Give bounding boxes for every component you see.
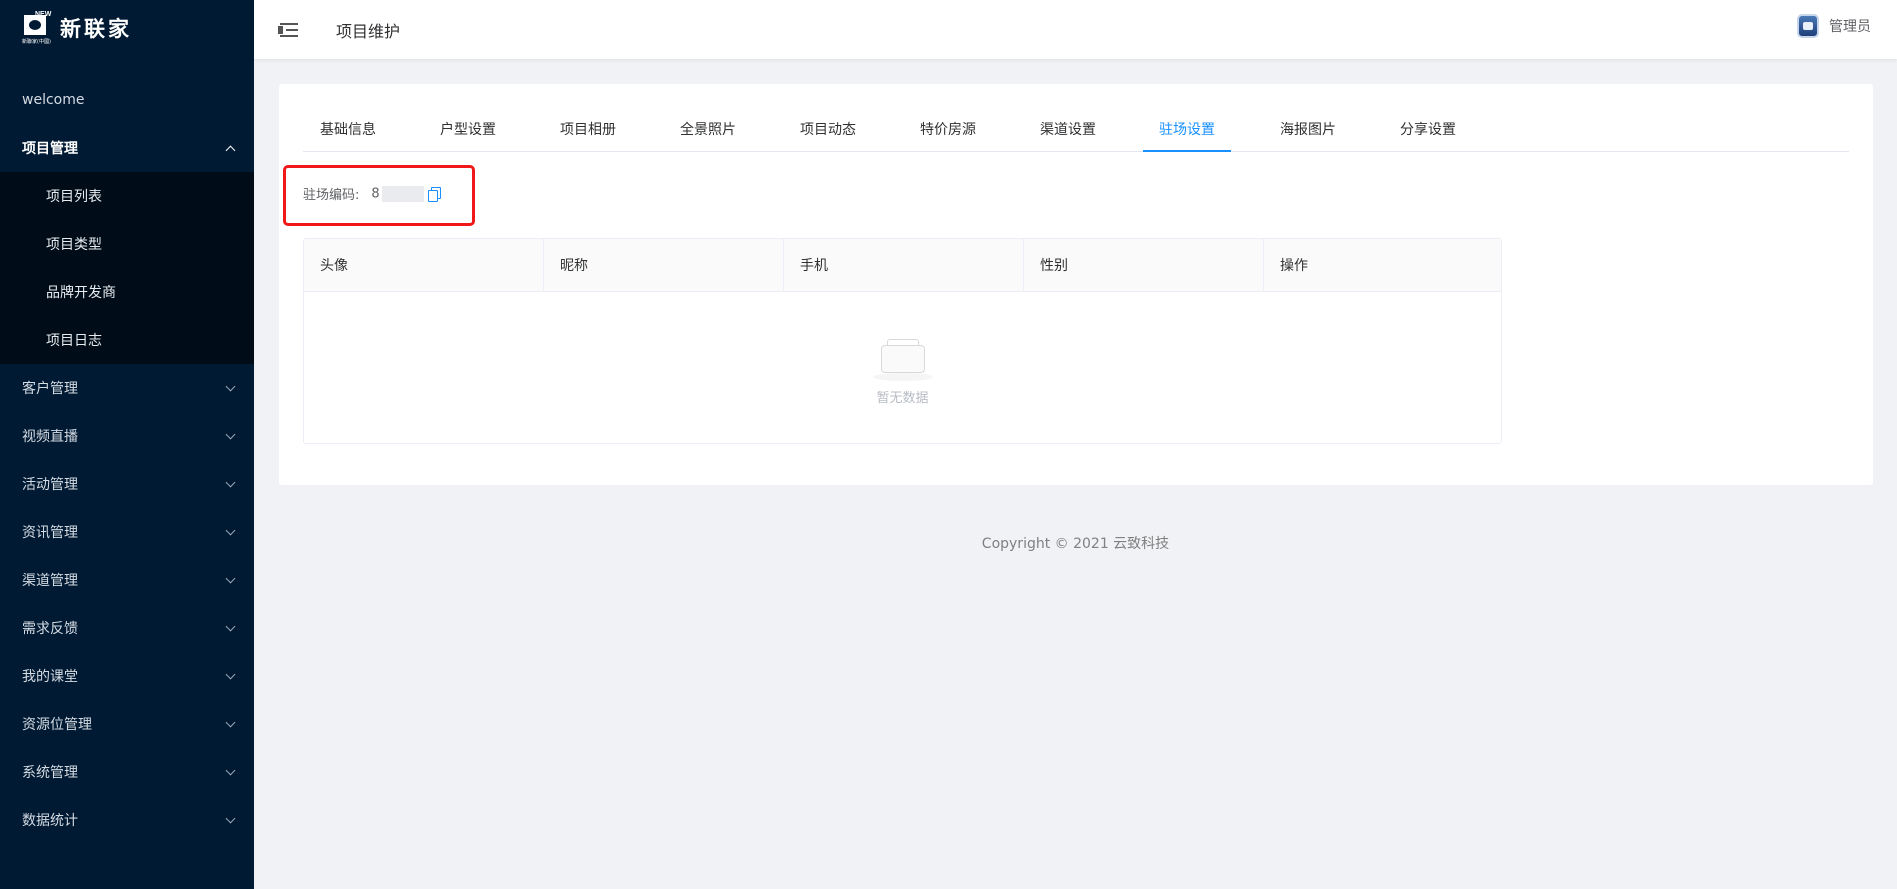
column-header-avatar: 头像 [304,239,544,291]
column-header-actions: 操作 [1280,258,1308,274]
brand-mark-icon: NEW 新聯家(中國) [22,11,52,45]
chevron-down-icon [225,669,236,679]
sidebar: NEW 新聯家(中國) 新联家 welcome 项目管理 项目列表 项目类型 品… [0,0,254,889]
column-header-gender: 性别 [1024,239,1264,291]
sidebar-item-customer-management[interactable]: 客户管理 [0,364,254,412]
onsite-staff-table: 头像 昵称 手机 性别 操作 暂无数据 [303,238,1502,444]
chevron-down-icon [225,429,236,439]
sidebar-item-resource-slots[interactable]: 资源位管理 [0,700,254,748]
sidebar-item-news-management[interactable]: 资讯管理 [0,508,254,556]
tab-project-album[interactable]: 项目相册 [543,112,633,152]
empty-inbox-icon [871,339,935,381]
table-header: 头像 昵称 手机 性别 操作 [304,239,1501,292]
top-header: 项目维护 管理员 [254,0,1897,59]
chevron-up-icon [225,145,236,155]
highlight-box [283,165,475,226]
user-menu[interactable]: 管理员 [1797,14,1871,38]
avatar[interactable] [1797,14,1819,38]
menu-collapse-icon[interactable] [278,22,298,38]
sidebar-item-live-video[interactable]: 视频直播 [0,412,254,460]
brand-logo[interactable]: NEW 新聯家(中國) 新联家 [0,0,254,56]
empty-state: 暂无数据 [304,339,1501,406]
tab-special-listings[interactable]: 特价房源 [903,112,993,152]
footer-copyright: Copyright © 2021 云致科技 [981,536,1170,552]
tab-panorama-photos[interactable]: 全景照片 [663,112,753,152]
sidebar-menu: welcome 项目管理 项目列表 项目类型 品牌开发商 项目日志 客户管理 视… [0,76,254,844]
chevron-down-icon [225,573,236,583]
sidebar-item-welcome[interactable]: welcome [0,76,254,124]
sidebar-item-system-management[interactable]: 系统管理 [0,748,254,796]
brand-name: 新联家 [60,17,132,41]
chevron-down-icon [225,381,236,391]
sidebar-item-feedback[interactable]: 需求反馈 [0,604,254,652]
sidebar-submenu-project: 项目列表 项目类型 品牌开发商 项目日志 [0,172,254,364]
tab-channel-settings[interactable]: 渠道设置 [1023,112,1113,152]
chevron-down-icon [225,813,236,823]
column-header-phone: 手机 [784,239,1024,291]
chevron-down-icon [225,621,236,631]
sidebar-item-statistics[interactable]: 数据统计 [0,796,254,844]
chevron-down-icon [225,765,236,775]
sidebar-item-activity-management[interactable]: 活动管理 [0,460,254,508]
tab-poster-images[interactable]: 海报图片 [1263,112,1353,152]
tab-bar: 基础信息 户型设置 项目相册 全景照片 项目动态 特价房源 渠道设置 驻场设置 … [303,112,1849,152]
tab-onsite-settings[interactable]: 驻场设置 [1143,112,1231,152]
tab-share-settings[interactable]: 分享设置 [1383,112,1473,152]
sidebar-item-project-management[interactable]: 项目管理 [0,124,254,172]
content-card: 基础信息 户型设置 项目相册 全景照片 项目动态 特价房源 渠道设置 驻场设置 … [279,84,1873,485]
user-name[interactable]: 管理员 [1829,16,1871,36]
sidebar-item-project-log[interactable]: 项目日志 [0,316,254,364]
column-header-nickname: 昵称 [544,239,784,291]
chevron-down-icon [225,477,236,487]
sidebar-item-brand-developer[interactable]: 品牌开发商 [0,268,254,316]
empty-text: 暂无数据 [876,391,929,406]
sidebar-item-channel-management[interactable]: 渠道管理 [0,556,254,604]
tab-basic-info[interactable]: 基础信息 [303,112,393,152]
sidebar-item-my-classroom[interactable]: 我的课堂 [0,652,254,700]
sidebar-item-project-list[interactable]: 项目列表 [0,172,254,220]
chevron-down-icon [225,525,236,535]
tab-project-news[interactable]: 项目动态 [783,112,873,152]
sidebar-item-project-type[interactable]: 项目类型 [0,220,254,268]
tab-unit-settings[interactable]: 户型设置 [423,112,513,152]
chevron-down-icon [225,717,236,727]
page-title: 项目维护 [336,21,401,41]
